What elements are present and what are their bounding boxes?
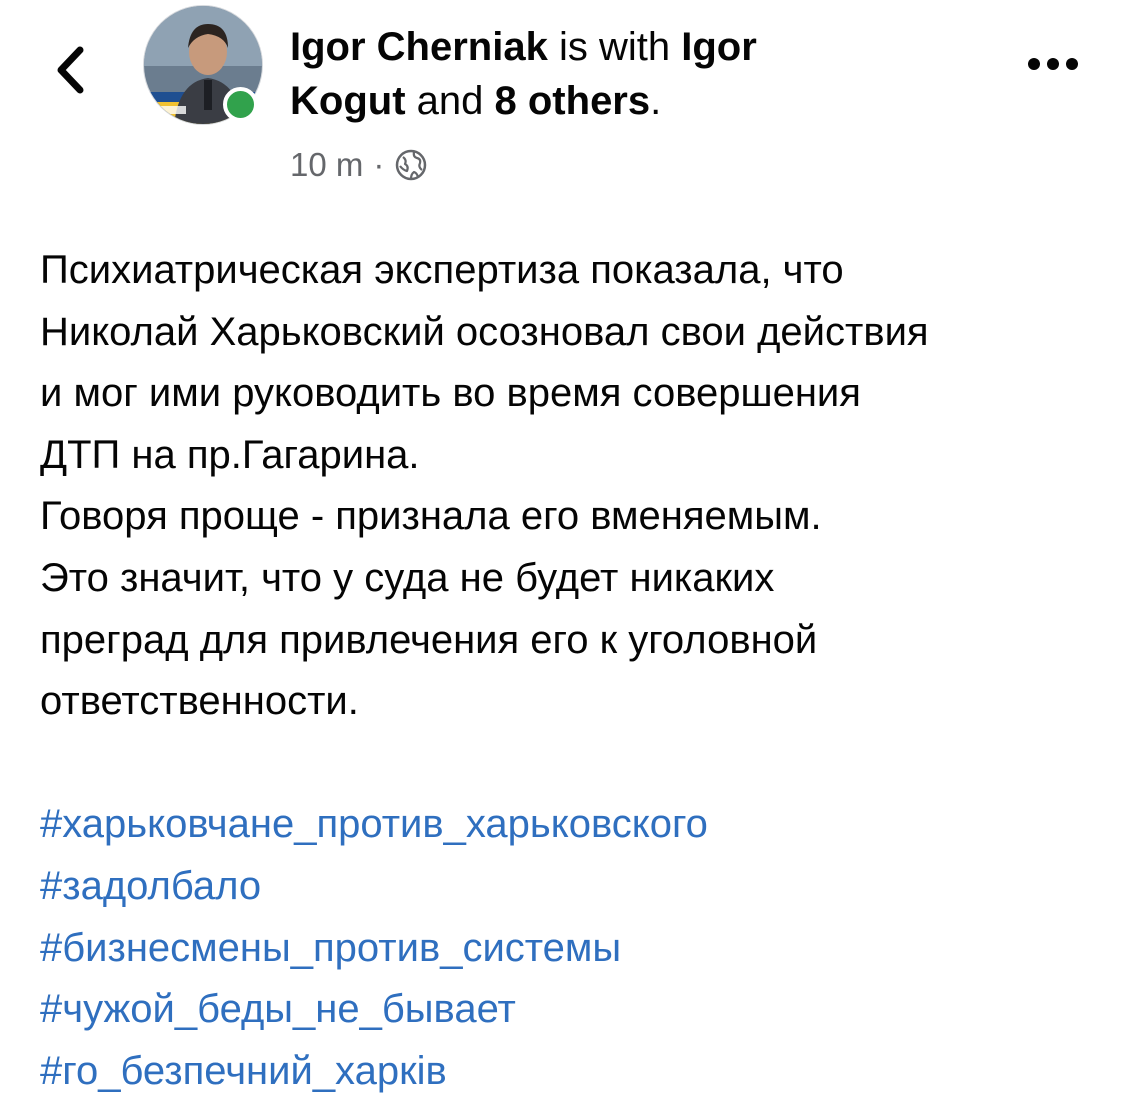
hashtag-link[interactable]: #задолбало: [40, 856, 1110, 918]
online-status-indicator: [223, 87, 258, 122]
post-text-line: преград для привлечения его к уголовной: [40, 617, 818, 662]
post-text-line: Психиатрическая экспертиза показала, что: [40, 248, 844, 292]
hashtag-link[interactable]: #харьковчане_против_харьковского: [40, 794, 1110, 856]
post-text-line: Говоря проще - признала его вменяемым.: [40, 494, 822, 539]
more-dot: [1047, 58, 1059, 70]
post-time[interactable]: 10 m: [290, 146, 363, 184]
with-text: is with: [558, 25, 671, 69]
tagged-person-first[interactable]: Igor: [681, 25, 757, 69]
author-name[interactable]: Igor Cherniak: [290, 25, 548, 69]
chevron-left-icon: [57, 46, 84, 94]
globe-icon[interactable]: [394, 148, 428, 182]
post-body: Психиатрическая экспертиза показала, что…: [40, 240, 1110, 1102]
others-link[interactable]: 8 others: [495, 79, 651, 123]
post-text-line: Это значит, что у суда не будет никаких: [40, 555, 775, 600]
header-period: .: [650, 79, 662, 123]
post-text-line: и мог ими руководить во время совершения: [40, 371, 861, 416]
post-text-line: ответственности.: [40, 679, 359, 724]
post-header: Igor Cherniak is with Igor Kogut and 8 o…: [290, 20, 930, 128]
hashtag-link[interactable]: #го_безпечний_харків: [40, 1041, 1110, 1103]
hashtag-link[interactable]: #чужой_беды_не_бывает: [40, 979, 1110, 1041]
more-dot: [1028, 58, 1040, 70]
meta-separator: ·: [373, 146, 385, 183]
tagged-person-last[interactable]: Kogut: [290, 79, 406, 123]
post-text-line: ДТП на пр.Гагарина.: [40, 432, 420, 477]
more-dot: [1066, 58, 1078, 70]
post-text-line: Николай Харьковский осозновал свои дейст…: [40, 309, 929, 354]
more-options-button[interactable]: [1018, 44, 1088, 84]
back-button[interactable]: [42, 38, 98, 102]
hashtag-link[interactable]: #бизнесмены_против_системы: [40, 918, 1110, 980]
post-meta: 10 m ·: [290, 140, 428, 190]
and-text: and: [416, 79, 484, 123]
